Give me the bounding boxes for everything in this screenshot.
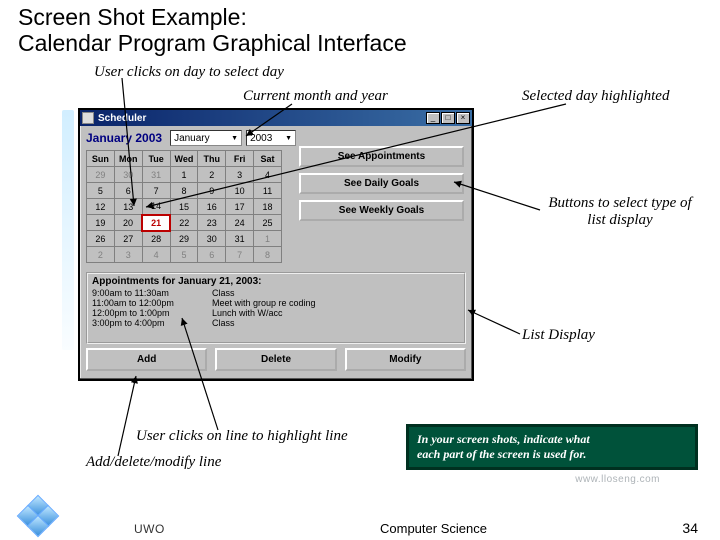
calendar-day[interactable]: 12 [87,199,115,215]
calendar-day[interactable]: 31 [226,231,254,247]
calendar-day[interactable]: 19 [87,215,115,231]
calendar-day[interactable]: 20 [114,215,142,231]
calendar-day[interactable]: 7 [226,247,254,263]
calendar-day[interactable]: 1 [254,231,282,247]
day-header: Mon [114,151,142,167]
ann-buttons-type: Buttons to select type of list display [540,195,700,229]
minimize-button[interactable]: _ [426,112,440,124]
calendar-day[interactable]: 2 [198,167,226,183]
calendar-day[interactable]: 3 [114,247,142,263]
calendar-day[interactable]: 30 [114,167,142,183]
calendar-day[interactable]: 5 [87,183,115,199]
ann-user-clicks-line: User clicks on line to highlight line [136,428,348,445]
calendar-day[interactable]: 4 [254,167,282,183]
ann-selected-day: Selected day highlighted [522,88,669,105]
calendar-day[interactable]: 6 [198,247,226,263]
appointment-row[interactable]: 3:00pm to 4:00pmClass [92,318,460,328]
calendar-day[interactable]: 8 [254,247,282,263]
day-header: Wed [170,151,198,167]
close-button[interactable]: × [456,112,470,124]
calendar-day[interactable]: 4 [142,247,170,263]
decorative-bar [62,110,74,350]
side-button[interactable]: See Appointments [299,146,464,167]
calendar-day[interactable]: 10 [226,183,254,199]
month-select[interactable]: January▼ [170,130,242,146]
calendar-day[interactable]: 24 [226,215,254,231]
maximize-button[interactable]: □ [441,112,455,124]
calendar-day[interactable]: 30 [198,231,226,247]
logo [18,494,60,536]
chevron-down-icon: ▼ [285,135,292,142]
calendar-day[interactable]: 15 [170,199,198,215]
day-header: Thu [198,151,226,167]
appointment-row[interactable]: 12:00pm to 1:00pmLunch with W/acc [92,308,460,318]
app-icon [82,112,94,124]
calendar-day[interactable]: 14 [142,199,170,215]
calendar-day[interactable]: 9 [198,183,226,199]
calendar-day[interactable]: 6 [114,183,142,199]
chevron-down-icon: ▼ [231,135,238,142]
calendar-day[interactable]: 27 [114,231,142,247]
calendar-day[interactable]: 3 [226,167,254,183]
side-button[interactable]: See Daily Goals [299,173,464,194]
appointments-panel: Appointments for January 21, 2003: 9:00a… [86,272,466,344]
calendar-day[interactable]: 21 [142,215,170,231]
calendar-day[interactable]: 17 [226,199,254,215]
calendar-day[interactable]: 5 [170,247,198,263]
footer-center: Computer Science [380,521,487,536]
calendar-day[interactable]: 26 [87,231,115,247]
ann-list-display: List Display [522,327,595,344]
appointments-header: Appointments for January 21, 2003: [92,276,460,287]
calendar-day[interactable]: 29 [170,231,198,247]
day-header: Fri [226,151,254,167]
scheduler-window: Scheduler _ □ × January 2003 January▼ 20… [78,108,474,381]
calendar-day[interactable]: 25 [254,215,282,231]
year-select[interactable]: 2003▼ [246,130,296,146]
calendar-day[interactable]: 29 [87,167,115,183]
day-header: Sun [87,151,115,167]
month-year-label: January 2003 [86,131,162,145]
ann-user-clicks-day: User clicks on day to select day [94,64,284,81]
calendar-day[interactable]: 28 [142,231,170,247]
day-header: Tue [142,151,170,167]
calendar-day[interactable]: 1 [170,167,198,183]
calendar-day[interactable]: 2 [87,247,115,263]
side-button[interactable]: See Weekly Goals [299,200,464,221]
tip-box: In your screen shots, indicate what each… [406,424,698,470]
footer-url: www.lloseng.com [575,474,660,485]
calendar-day[interactable]: 8 [170,183,198,199]
day-header: Sat [254,151,282,167]
calendar-day[interactable]: 11 [254,183,282,199]
action-button-add[interactable]: Add [86,348,207,371]
window-title: Scheduler [98,113,425,124]
footer-pagenum: 34 [682,520,698,536]
calendar-day[interactable]: 23 [198,215,226,231]
footer-uwo: UWO [134,522,165,536]
action-button-modify[interactable]: Modify [345,348,466,371]
calendar-grid: SunMonTueWedThuFriSat 293031123456789101… [86,150,282,263]
calendar-day[interactable]: 16 [198,199,226,215]
titlebar: Scheduler _ □ × [80,110,472,126]
calendar-day[interactable]: 13 [114,199,142,215]
ann-current-month: Current month and year [243,88,388,105]
slide-title: Screen Shot Example: Calendar Program Gr… [18,4,407,57]
calendar-day[interactable]: 18 [254,199,282,215]
calendar-day[interactable]: 31 [142,167,170,183]
appointment-row[interactable]: 9:00am to 11:30amClass [92,288,460,298]
calendar-day[interactable]: 22 [170,215,198,231]
calendar-day[interactable]: 7 [142,183,170,199]
ann-add-delete-modify: Add/delete/modify line [86,454,221,471]
appointment-row[interactable]: 11:00am to 12:00pmMeet with group re cod… [92,298,460,308]
action-button-delete[interactable]: Delete [215,348,336,371]
